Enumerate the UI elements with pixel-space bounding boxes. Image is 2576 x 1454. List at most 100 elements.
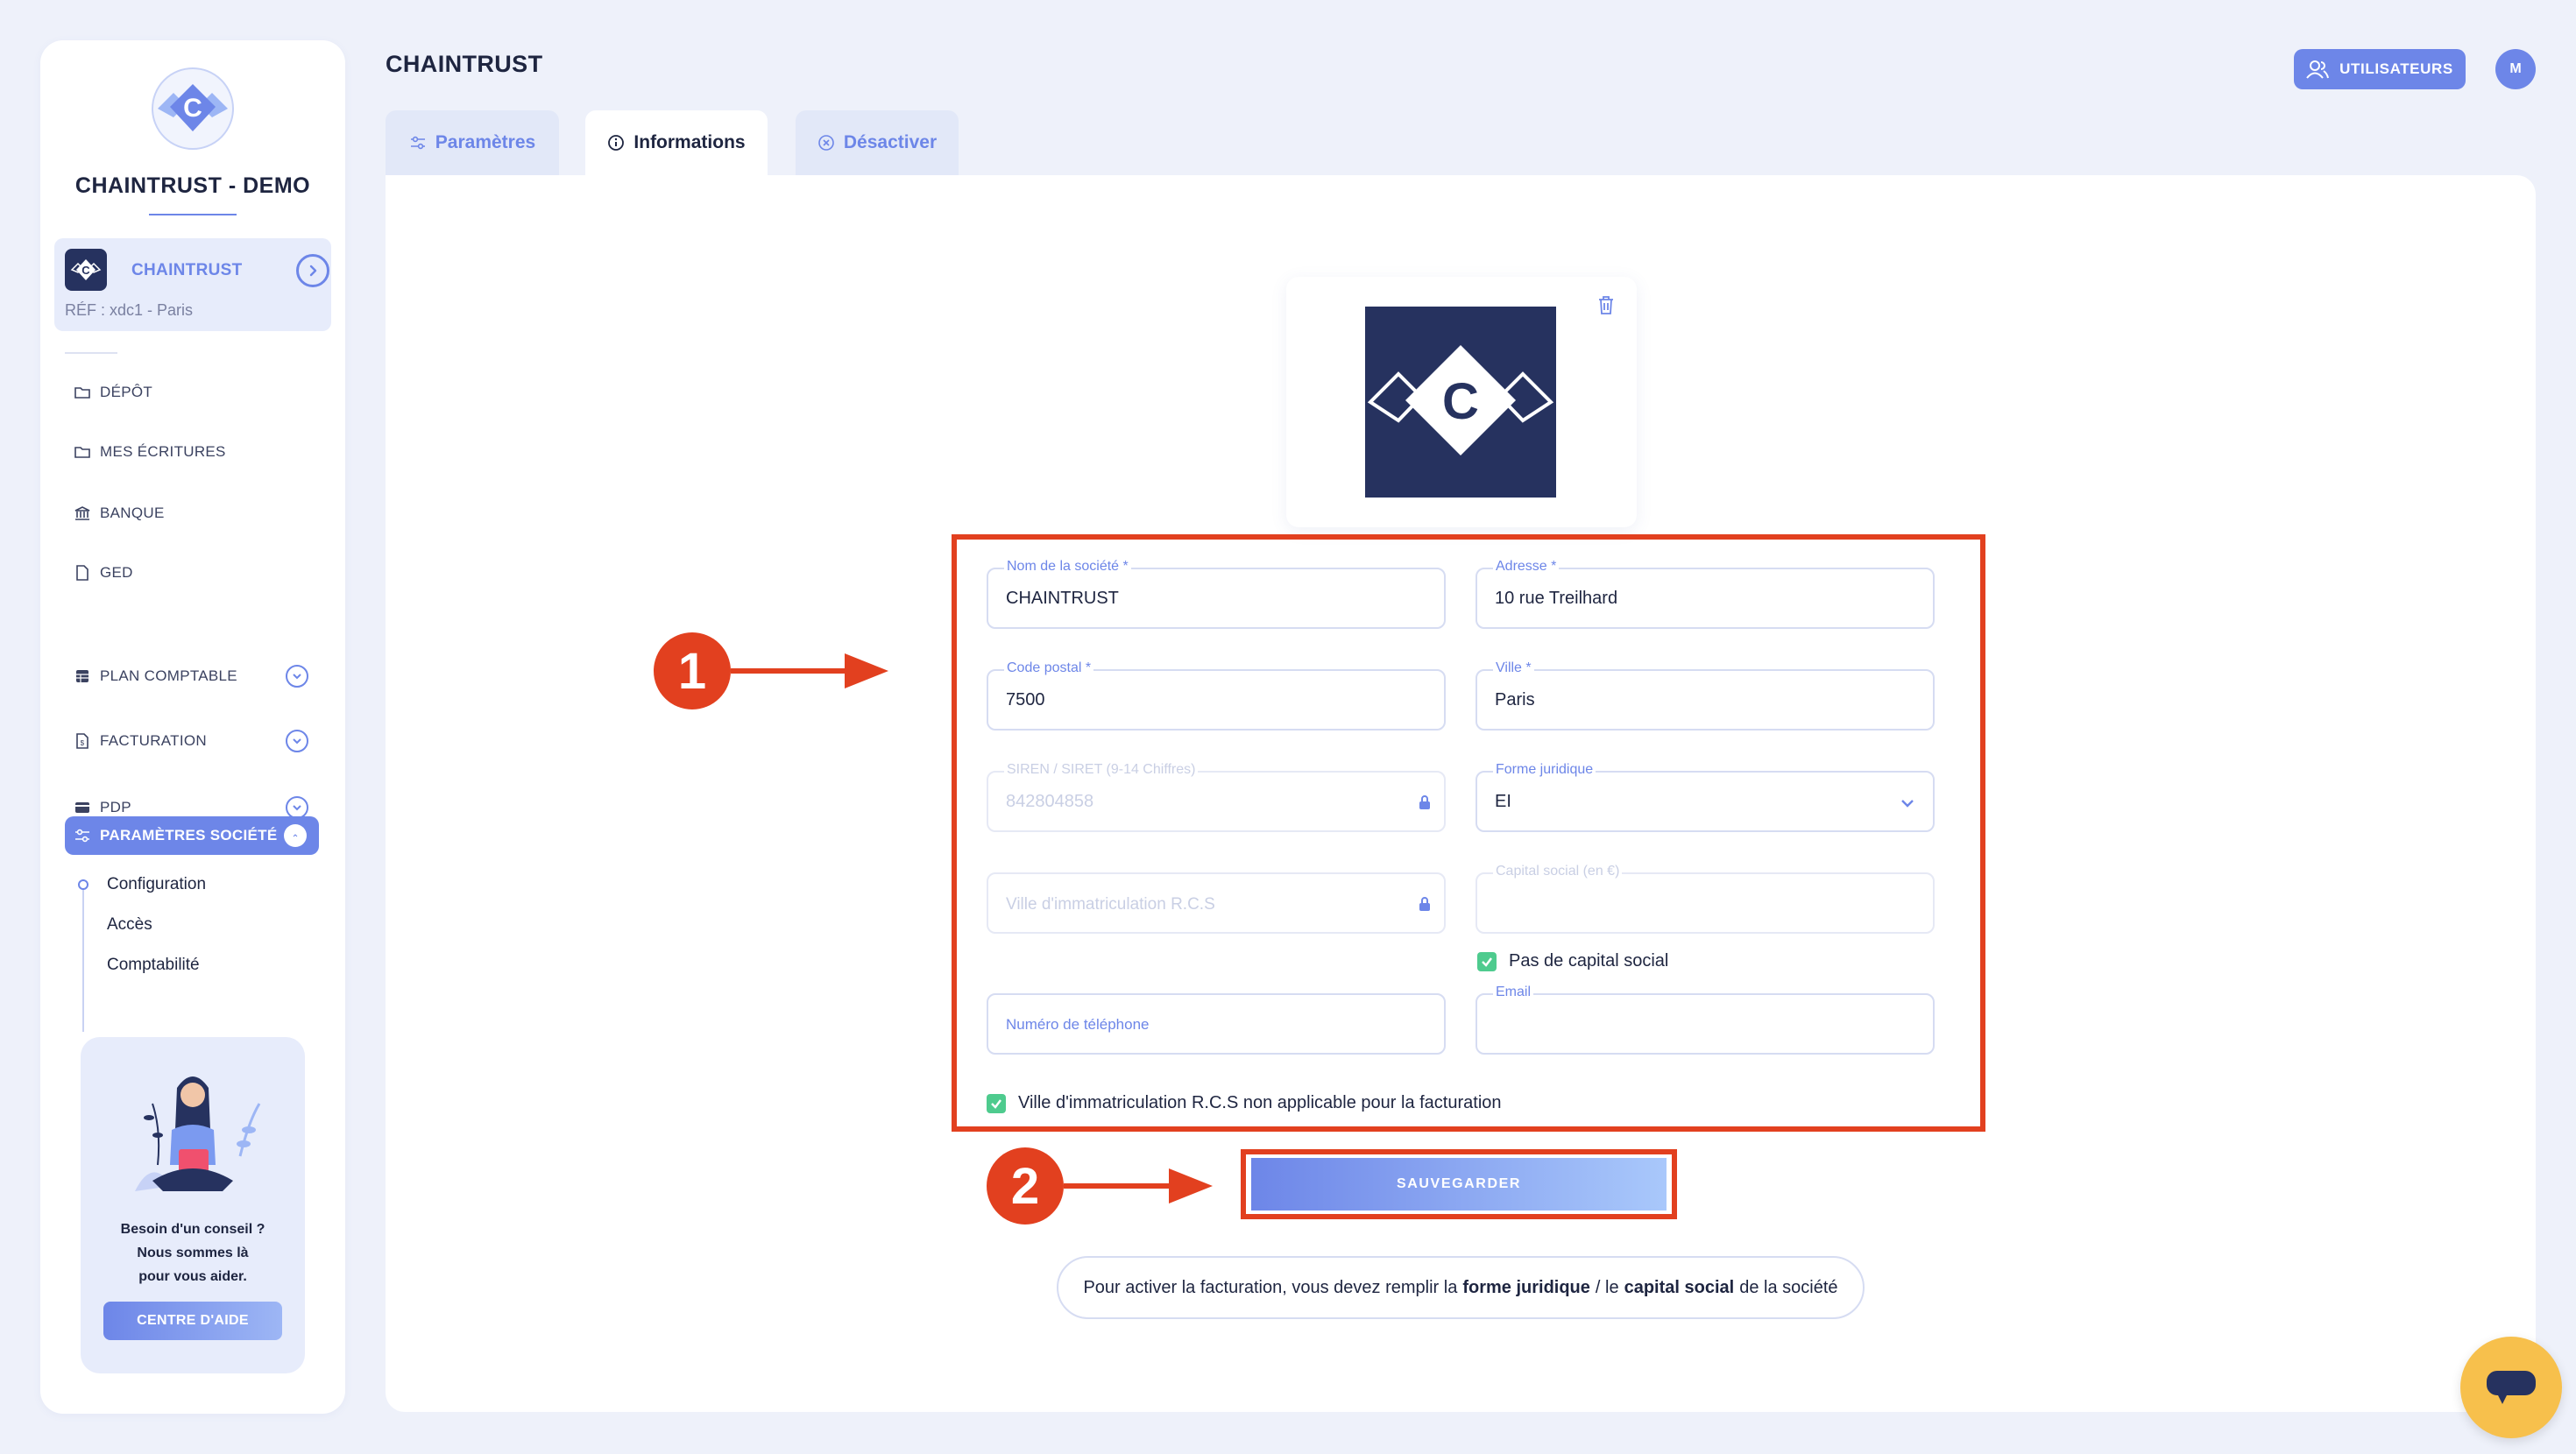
company-logo-image: C bbox=[1365, 307, 1556, 498]
chevron-down-icon bbox=[293, 805, 301, 811]
submenu-acces[interactable]: Accès bbox=[107, 915, 152, 935]
chevron-down-icon bbox=[293, 674, 301, 680]
submenu-comptabilite[interactable]: Comptabilité bbox=[107, 956, 200, 975]
lock-icon bbox=[1419, 897, 1430, 911]
address-field[interactable]: Adresse * 10 rue Treilhard bbox=[1476, 559, 1935, 629]
checkbox-checked-icon bbox=[1477, 951, 1497, 971]
postal-code-input[interactable]: 7500 bbox=[1006, 690, 1045, 710]
sidebar-item-label: DÉPÔT bbox=[100, 384, 153, 400]
chevron-down-icon bbox=[1901, 800, 1914, 808]
submenu-configuration[interactable]: Configuration bbox=[107, 875, 206, 894]
sidebar: C CHAINTRUST - DEMO C CHAINTRUST RÉF : x… bbox=[40, 40, 345, 1414]
company-open-button[interactable] bbox=[296, 254, 329, 287]
chevron-right-icon bbox=[309, 265, 317, 277]
annotation-badge-2: 2 bbox=[987, 1147, 1064, 1225]
capital-field: Capital social (en €) bbox=[1476, 864, 1935, 934]
company-logo-card: C bbox=[1286, 277, 1637, 527]
annotation-arrow-1 bbox=[731, 653, 888, 688]
sidebar-item-label: PLAN COMPTABLE bbox=[100, 667, 237, 684]
trash-icon[interactable] bbox=[1596, 294, 1616, 315]
sidebar-item-ecritures[interactable]: MES ÉCRITURES bbox=[74, 436, 226, 468]
chat-bubble-icon bbox=[2487, 1371, 2536, 1404]
sidebar-item-facturation[interactable]: $ FACTURATION bbox=[74, 725, 207, 757]
collapse-parametres-button[interactable] bbox=[284, 824, 307, 847]
annotation-badge-1: 1 bbox=[654, 632, 731, 709]
sliders-icon bbox=[75, 829, 89, 843]
sidebar-item-label: FACTURATION bbox=[100, 732, 207, 749]
sidebar-item-label: PDP bbox=[100, 799, 131, 815]
help-center-button[interactable]: CENTRE D'AIDE bbox=[103, 1302, 282, 1340]
phone-field[interactable]: Numéro de téléphone bbox=[987, 993, 1446, 1055]
city-field[interactable]: Ville * Paris bbox=[1476, 660, 1935, 731]
postal-code-field[interactable]: Code postal * 7500 bbox=[987, 660, 1446, 731]
tab-parametres[interactable]: Paramètres bbox=[386, 110, 559, 175]
no-capital-checkbox[interactable]: Pas de capital social bbox=[1477, 951, 1668, 971]
folder-icon bbox=[74, 447, 90, 458]
info-icon bbox=[608, 135, 625, 151]
sidebar-item-label: GED bbox=[100, 564, 133, 581]
company-name-input[interactable]: CHAINTRUST bbox=[1006, 589, 1119, 609]
siren-input: 842804858 bbox=[1006, 792, 1094, 811]
city-input[interactable]: Paris bbox=[1495, 690, 1535, 710]
company-card[interactable]: C CHAINTRUST RÉF : xdc1 - Paris bbox=[54, 238, 331, 331]
svg-text:$: $ bbox=[81, 739, 85, 747]
sidebar-item-label: PARAMÈTRES SOCIÉTÉ bbox=[100, 827, 278, 843]
bank-icon bbox=[74, 506, 90, 520]
tab-desactiver[interactable]: Désactiver bbox=[796, 110, 959, 175]
card-icon bbox=[75, 802, 89, 813]
checkbox-checked-icon bbox=[987, 1093, 1006, 1113]
svg-text:C: C bbox=[1442, 373, 1479, 430]
folder-upload-icon bbox=[74, 387, 90, 399]
meditation-illustration bbox=[135, 1076, 261, 1191]
company-logo-icon: C bbox=[65, 249, 107, 291]
legal-form-select[interactable]: Forme juridique EI bbox=[1476, 762, 1935, 832]
document-icon bbox=[76, 565, 88, 581]
email-field[interactable]: Email bbox=[1476, 985, 1935, 1055]
table-icon bbox=[76, 670, 88, 682]
svg-text:C: C bbox=[81, 264, 90, 277]
rcs-city-field: Ville d'immatriculation R.C.S bbox=[987, 872, 1446, 934]
chevron-down-icon bbox=[293, 738, 301, 745]
rcs-not-applicable-checkbox[interactable]: Ville d'immatriculation R.C.S non applic… bbox=[987, 1093, 1502, 1113]
help-text: Besoin d'un conseil ? Nous sommes là pou… bbox=[120, 1222, 265, 1284]
company-ref: RÉF : xdc1 - Paris bbox=[65, 301, 194, 319]
sidebar-item-plan-comptable[interactable]: PLAN COMPTABLE bbox=[74, 660, 237, 692]
sidebar-item-ged[interactable]: GED bbox=[74, 557, 133, 589]
submenu-active-dot bbox=[78, 879, 88, 890]
avatar[interactable]: M bbox=[2495, 49, 2536, 89]
sidebar-divider bbox=[65, 352, 117, 354]
close-circle-icon bbox=[818, 135, 834, 151]
users-icon bbox=[2306, 60, 2330, 79]
sidebar-item-label: MES ÉCRITURES bbox=[100, 443, 226, 460]
rcs-city-placeholder: Ville d'immatriculation R.C.S bbox=[1006, 895, 1215, 914]
siren-field: SIREN / SIRET (9-14 Chiffres) 842804858 bbox=[987, 762, 1446, 832]
expand-plan-comptable-button[interactable] bbox=[286, 665, 308, 688]
expand-facturation-button[interactable] bbox=[286, 730, 308, 752]
company-name-field[interactable]: Nom de la société * CHAINTRUST bbox=[987, 559, 1446, 629]
help-card: Besoin d'un conseil ? Nous sommes là pou… bbox=[81, 1037, 305, 1373]
sidebar-item-depot[interactable]: DÉPÔT bbox=[74, 377, 152, 408]
lock-icon bbox=[1419, 795, 1430, 809]
phone-placeholder: Numéro de téléphone bbox=[1006, 1016, 1150, 1033]
brand-name: CHAINTRUST - DEMO bbox=[74, 173, 311, 198]
chevron-up-icon bbox=[293, 834, 298, 837]
brand-underline bbox=[149, 214, 237, 215]
sidebar-item-label: BANQUE bbox=[100, 505, 165, 521]
sidebar-item-parametres-societe[interactable]: PARAMÈTRES SOCIÉTÉ bbox=[65, 816, 319, 855]
annotation-arrow-2 bbox=[1064, 1168, 1213, 1203]
chaintrust-logo: C bbox=[152, 67, 234, 150]
svg-text:C: C bbox=[183, 94, 202, 123]
sidebar-item-banque[interactable]: BANQUE bbox=[74, 498, 165, 529]
facturation-info-message: Pour activer la facturation, vous devez … bbox=[1057, 1256, 1865, 1319]
invoice-icon: $ bbox=[76, 733, 88, 749]
tab-informations[interactable]: Informations bbox=[585, 110, 768, 175]
sliders-icon bbox=[410, 136, 425, 150]
save-button[interactable]: SAUVEGARDER bbox=[1251, 1158, 1667, 1210]
users-button[interactable]: UTILISATEURS bbox=[2294, 49, 2466, 89]
address-input[interactable]: 10 rue Treilhard bbox=[1495, 589, 1617, 609]
legal-form-value: EI bbox=[1495, 792, 1511, 811]
company-name: CHAINTRUST bbox=[131, 261, 243, 279]
submenu-line bbox=[82, 879, 84, 1032]
chat-widget-button[interactable] bbox=[2460, 1337, 2562, 1438]
page-title: CHAINTRUST bbox=[386, 51, 543, 77]
